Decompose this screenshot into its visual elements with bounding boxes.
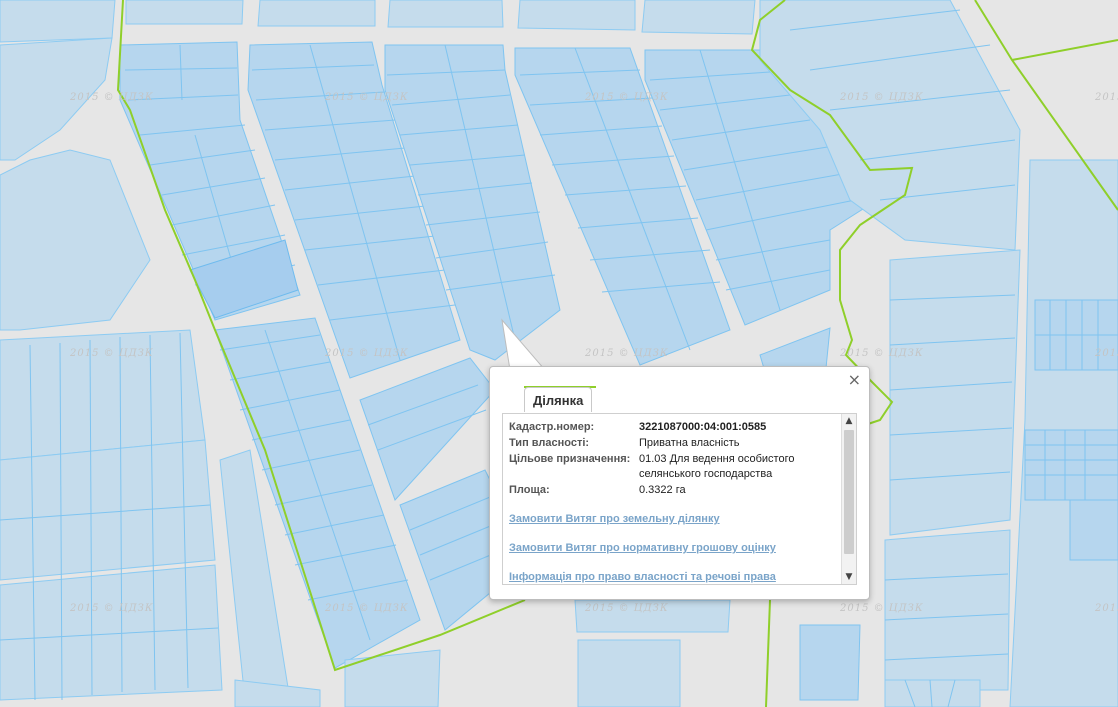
parcels-top-strip — [0, 0, 756, 43]
watermark-text: 2015 © ЦДЗК — [69, 348, 154, 359]
watermark-text: 2015 © ЦДЗК — [324, 348, 409, 359]
parcel-info-popup: × Ділянка Кадастр.номер: 3221087000:04:0… — [489, 366, 870, 600]
field-label: Площа: — [509, 484, 550, 496]
watermark-text: 2015 © ЦДЗК — [584, 603, 669, 614]
field-value: 3221087000:04:001:0585 — [639, 421, 767, 433]
scrollbar-thumb[interactable] — [844, 430, 854, 554]
watermark-text: 2015 © ЦДЗК — [324, 603, 409, 614]
watermark-text: 2015 © ЦДЗК — [839, 348, 924, 359]
scroll-up-icon[interactable]: ▲ — [842, 414, 856, 428]
watermark-text: 2015 © ЦДЗК — [839, 92, 924, 103]
scroll-down-icon[interactable]: ▼ — [842, 570, 856, 584]
field-cadastral-number: Кадастр.номер: 3221087000:04:001:0585 — [509, 420, 837, 435]
ownership-rights-info-link[interactable]: Інформація про право власності та речові… — [509, 570, 837, 584]
field-value: Приватна власність — [639, 437, 740, 449]
watermark-text: 2015 © ЦДЗК — [1094, 603, 1118, 614]
parcel-details-panel: Кадастр.номер: 3221087000:04:001:0585 Ти… — [502, 413, 857, 585]
field-value: 01.03 Для ведення особистого селянського… — [639, 453, 795, 480]
panel-scrollbar[interactable]: ▲ ▼ — [841, 414, 856, 584]
order-parcel-extract-link[interactable]: Замовити Витяг про земельну ділянку — [509, 512, 837, 527]
watermark-text: 2015 © ЦДЗК — [324, 92, 409, 103]
parcel-details-content: Кадастр.номер: 3221087000:04:001:0585 Ти… — [509, 420, 837, 584]
watermark-text: 2015 © ЦДЗК — [584, 348, 669, 359]
field-label: Цільове призначення: — [509, 453, 631, 465]
watermark-text: 2015 © ЦДЗК — [1094, 348, 1118, 359]
tab-parcel[interactable]: Ділянка — [524, 387, 593, 412]
field-label: Тип власності: — [509, 437, 590, 449]
watermark-text: 2015 © ЦДЗК — [69, 92, 154, 103]
watermark-text: 2015 © ЦДЗК — [1094, 92, 1118, 103]
field-area: Площа: 0.3322 га — [509, 483, 837, 498]
field-ownership-type: Тип власності: Приватна власність — [509, 436, 837, 451]
field-purpose: Цільове призначення: 01.03 Для ведення о… — [509, 452, 837, 482]
watermark-text: 2015 © ЦДЗК — [584, 92, 669, 103]
field-label: Кадастр.номер: — [509, 421, 595, 433]
watermark-text: 2015 © ЦДЗК — [839, 603, 924, 614]
watermark-text: 2015 © ЦДЗК — [69, 603, 154, 614]
order-valuation-extract-link[interactable]: Замовити Витяг про нормативну грошову оц… — [509, 541, 837, 556]
field-value: 0.3322 га — [639, 484, 686, 496]
close-icon[interactable]: × — [848, 371, 861, 389]
cadastral-map[interactable]: 2015 © ЦДЗК 2015 © ЦДЗК 2015 © ЦДЗК 2015… — [0, 0, 1118, 707]
